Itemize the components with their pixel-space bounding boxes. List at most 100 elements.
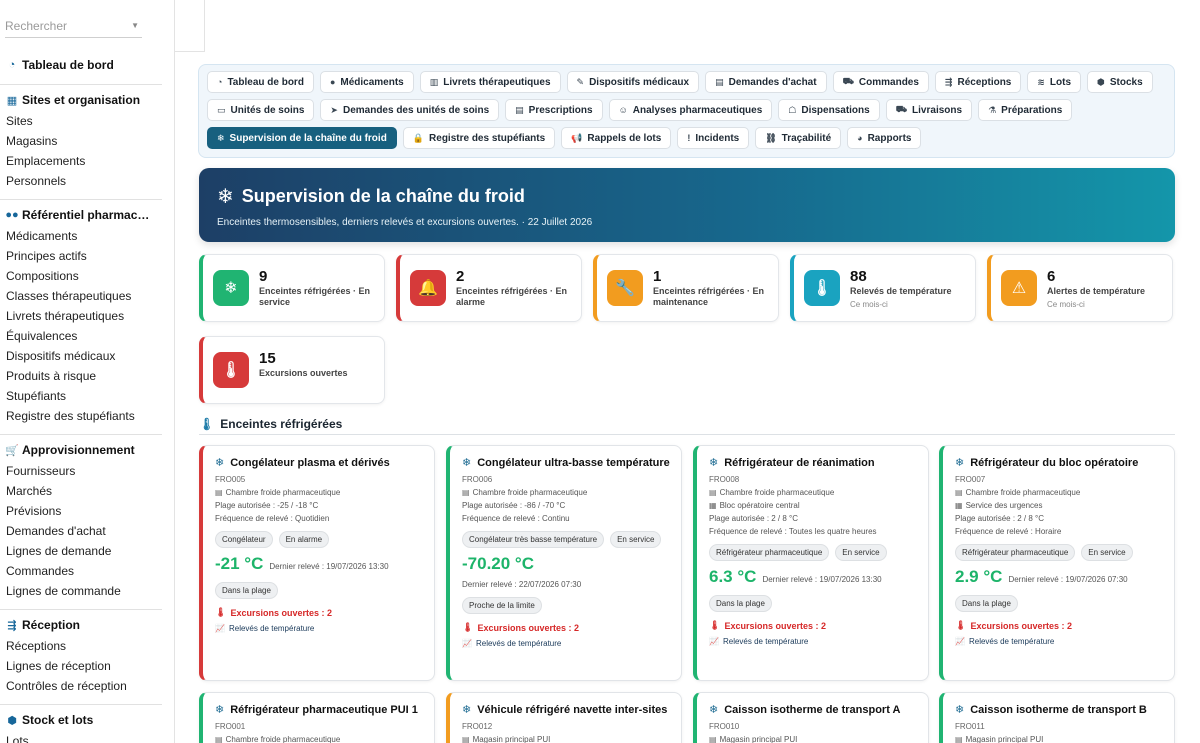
sidebar-item[interactable]: Médicaments: [0, 226, 168, 246]
wrench-icon: 🔧: [607, 270, 643, 306]
sidebar-item[interactable]: Livrets thérapeutiques: [0, 306, 168, 326]
tab-syringe[interactable]: ✎ Dispositifs médicaux: [566, 71, 700, 93]
last-reading: Dernier relevé : 19/07/2026 07:30: [1008, 575, 1128, 584]
tab-hand-holding-medical[interactable]: ☖ Dispensations: [778, 99, 880, 121]
readings-link[interactable]: 📈 Relevés de température: [709, 637, 916, 646]
section-heading: 🌡 Enceintes réfrigérées: [199, 413, 1175, 435]
tab-book[interactable]: ▥ Livrets thérapeutiques: [419, 71, 561, 93]
sidebar-section: 🛒 Approvisionnement Fournisseurs Marchés Pré…: [0, 439, 168, 605]
tab-snowflake[interactable]: ❄ Supervision de la chaîne du froid: [207, 127, 397, 149]
sidebar-item[interactable]: Classes thérapeutiques: [0, 286, 168, 306]
tab-layers[interactable]: ≋ Lots: [1027, 71, 1082, 93]
open-excursions-text: Excursions ouvertes : 2: [230, 607, 332, 618]
building-icon: ▦: [6, 94, 18, 107]
card-title: ❄ Réfrigérateur du bloc opératoire: [955, 456, 1162, 470]
sidebar-item[interactable]: Marchés: [0, 481, 168, 501]
sidebar-item[interactable]: Fournisseurs: [0, 461, 168, 481]
sidebar-item[interactable]: Lignes de réception: [0, 656, 168, 676]
tab-label: Rappels de lots: [587, 132, 662, 144]
tab-bullhorn[interactable]: 📢 Rappels de lots: [561, 127, 672, 149]
sidebar-item[interactable]: Personnels: [0, 171, 168, 191]
stat-label: Enceintes réfrigérées · En maintenance: [653, 286, 765, 307]
stat-value: 88: [850, 268, 867, 285]
warehouse-icon: ▤: [215, 488, 223, 497]
readings-link[interactable]: 📈 Relevés de température: [955, 637, 1162, 646]
sidebar-item[interactable]: Lignes de commande: [0, 581, 168, 601]
readings-link[interactable]: 📈 Relevés de température: [215, 624, 422, 633]
sidebar-section-title[interactable]: ⬢ Stock et lots: [0, 709, 168, 731]
gauge-icon: ◔: [217, 77, 223, 87]
sidebar-item[interactable]: Compositions: [0, 266, 168, 286]
tab-cubes[interactable]: ⬢ Stocks: [1087, 71, 1153, 93]
readings-link-text[interactable]: Relevés de température: [723, 637, 808, 646]
tab-truck-loading[interactable]: ⇶ Réceptions: [934, 71, 1022, 93]
readings-link-text[interactable]: Relevés de température: [229, 624, 314, 633]
tab-file[interactable]: ▤ Demandes d'achat: [705, 71, 827, 93]
book-icon: ▥: [429, 76, 439, 87]
sidebar-item[interactable]: Prévisions: [0, 501, 168, 521]
tab-lock[interactable]: 🔒 Registre des stupéfiants: [402, 127, 556, 149]
truck-icon: ⛟: [895, 104, 908, 114]
hand-holding-medical-icon: ☖: [788, 104, 797, 115]
tab-exclamation-circle[interactable]: ! Incidents: [677, 127, 750, 149]
sidebar-section-title[interactable]: ▦ Sites et organisation: [0, 89, 168, 111]
tab-cart[interactable]: ⛟ Commandes: [832, 71, 929, 93]
readings-link[interactable]: 📈 Relevés de température: [462, 639, 669, 648]
tab-sitemap[interactable]: ⛓ Traçabilité: [755, 127, 842, 149]
sidebar-section-title[interactable]: ●● Référentiel pharmac…: [0, 204, 168, 226]
sidebar-item[interactable]: Lignes de demande: [0, 541, 168, 561]
range-status: Dans la plage: [955, 595, 1162, 612]
readings-link-text[interactable]: Relevés de température: [476, 639, 561, 648]
sidebar-item[interactable]: Réceptions: [0, 636, 168, 656]
sidebar-item-dashboard[interactable]: ◔ Tableau de bord: [0, 54, 168, 76]
sidebar-item[interactable]: Lots: [0, 731, 168, 743]
chevron-down-icon[interactable]: ▼: [131, 21, 139, 30]
user-doctor-icon: ☺: [618, 105, 628, 115]
temperature-value: 6.3 °C: [709, 567, 757, 586]
card-location: ▤ Magasin principal PUI: [709, 735, 916, 743]
temperature-row: -21 °C Dernier relevé : 19/07/2026 13:30: [215, 554, 422, 574]
search-select[interactable]: Rechercher ▼: [5, 14, 142, 38]
sidebar-item[interactable]: Principes actifs: [0, 246, 168, 266]
readings-link-text[interactable]: Relevés de température: [969, 637, 1054, 646]
sidebar-section-title[interactable]: 🛒 Approvisionnement: [0, 439, 168, 461]
card-location: ▤ Chambre froide pharmaceutique: [215, 735, 422, 743]
tab-bed[interactable]: ▭ Unités de soins: [207, 99, 315, 121]
card-title-text: Caisson isotherme de transport A: [724, 703, 901, 716]
sidebar-section-title[interactable]: ⇶ Réception: [0, 614, 168, 636]
tab-label: Supervision de la chaîne du froid: [229, 132, 387, 144]
tab-label: Rapports: [867, 132, 912, 144]
sidebar-item[interactable]: Emplacements: [0, 151, 168, 171]
stat-value: 15: [259, 350, 276, 367]
search-placeholder: Rechercher: [5, 18, 68, 33]
tab-chart-pie[interactable]: ◕ Rapports: [847, 127, 922, 149]
sidebar-item[interactable]: Magasins: [0, 131, 168, 151]
sidebar-item[interactable]: Stupéfiants: [0, 386, 168, 406]
tab-truck[interactable]: ⛟ Livraisons: [885, 99, 973, 121]
card-badges: Congélateur très basse température En ser…: [462, 531, 669, 548]
temperature-row: 6.3 °C Dernier relevé : 19/07/2026 13:30: [709, 567, 916, 587]
stat-sub: Ce mois-ci: [850, 300, 888, 309]
sidebar-item[interactable]: Demandes d'achat: [0, 521, 168, 541]
card-service: ▦ Service des urgences: [955, 501, 1162, 510]
stat-card: 🌡 88 Relevés de température Ce mois-ci: [790, 254, 976, 322]
card-title-text: Caisson isotherme de transport B: [970, 703, 1147, 716]
sidebar-item[interactable]: Commandes: [0, 561, 168, 581]
enclosure-card: ❄ Réfrigérateur du bloc opératoire FRO007 ▤…: [939, 445, 1175, 681]
tab-prescription[interactable]: ▤ Prescriptions: [505, 99, 603, 121]
tab-mortar-pestle[interactable]: ⚗ Préparations: [978, 99, 1073, 121]
tab-gauge[interactable]: ◔ Tableau de bord: [207, 71, 314, 93]
tab-user-doctor[interactable]: ☺ Analyses pharmaceutiques: [608, 99, 773, 121]
sidebar-item[interactable]: Sites: [0, 111, 168, 131]
sidebar-item[interactable]: Contrôles de réception: [0, 676, 168, 696]
tab-paper-plane[interactable]: ➤ Demandes des unités de soins: [320, 99, 500, 121]
sidebar-item[interactable]: Produits à risque: [0, 366, 168, 386]
sidebar-item[interactable]: Équivalences: [0, 326, 168, 346]
sidebar-item[interactable]: Dispositifs médicaux: [0, 346, 168, 366]
truck-loading-icon: ⇶: [944, 76, 953, 87]
temperature-row: 2.9 °C Dernier relevé : 19/07/2026 07:30: [955, 567, 1162, 587]
enclosure-card: ❄ Congélateur ultra-basse température FRO0…: [446, 445, 682, 681]
tab-pills[interactable]: ● Médicaments: [319, 71, 414, 93]
sidebar-item[interactable]: Registre des stupéfiants: [0, 406, 168, 426]
thermometer-hot-icon: 🌡: [462, 622, 474, 632]
